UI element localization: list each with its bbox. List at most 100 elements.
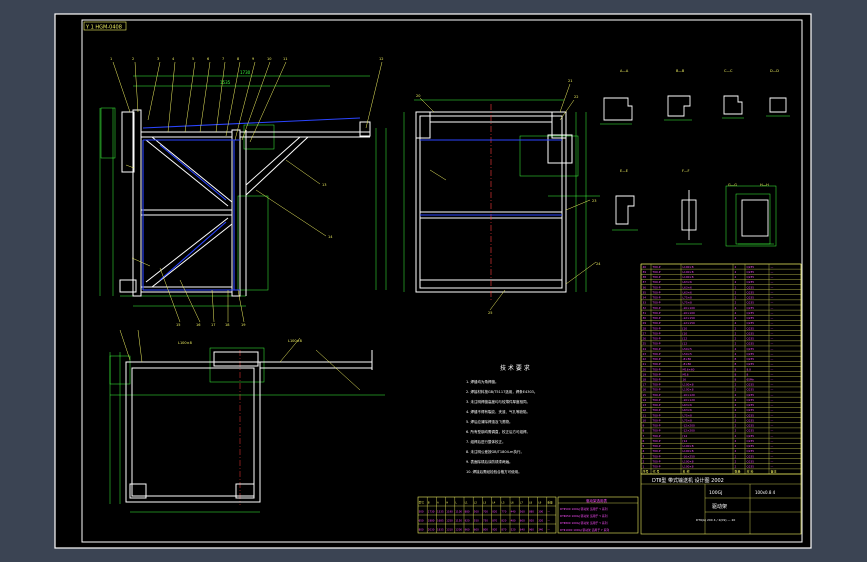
bom-cell: -12×200 — [683, 429, 695, 433]
bom-cell: Q235 — [747, 321, 755, 325]
svg-text:5: 5 — [192, 57, 194, 61]
bom-cell: T00-P — [652, 326, 661, 330]
bom-cell: Q235 — [747, 301, 755, 305]
bom-cell: L50×5 — [683, 347, 692, 351]
bom-cell: 2 — [735, 301, 737, 305]
size-cell: 550 — [474, 519, 479, 523]
bom-cell: Q235 — [747, 265, 755, 269]
bom-cell: 6 — [643, 439, 645, 443]
bom-cell: 65Mn — [747, 378, 755, 382]
bom-cell: Q235 — [747, 296, 755, 300]
bom-cell: Q235 — [747, 347, 755, 351]
bom-cell: — — [771, 285, 774, 289]
bom-cell: -16×250 — [683, 454, 695, 458]
bom-cell: — — [771, 444, 774, 448]
svg-text:20: 20 — [416, 94, 420, 98]
bom-cell: T00-P — [652, 388, 661, 392]
bom-cell: L100×8 — [683, 465, 694, 469]
bom-cell: T00-P — [652, 372, 661, 376]
size-cell: — — [547, 520, 550, 523]
bom-cell: 1 — [643, 465, 645, 469]
bom-cell: 2 — [735, 296, 737, 300]
bom-cell: L63×6 — [683, 408, 692, 412]
size-cell: 300 — [538, 510, 543, 514]
bom-cell: — — [771, 398, 774, 402]
bom-cell: Q235 — [747, 429, 755, 433]
size-cell: 1190 — [446, 510, 453, 514]
title-scale-row: 100x0.8 4 — [755, 490, 776, 495]
bom-cell: T00-P — [652, 290, 661, 294]
bom-cell: 2 — [643, 459, 645, 463]
bom-cell: T00-P — [652, 265, 661, 269]
size-cell: 520 — [511, 528, 516, 532]
bom-cell: Q235 — [747, 331, 755, 335]
section-label-b: B—B — [676, 69, 685, 73]
bom-cell: — — [771, 372, 774, 376]
size-cell: 2030 — [428, 528, 435, 532]
bom-cell: L75×8 — [683, 301, 692, 305]
size-cell: — — [547, 529, 550, 532]
bom-cell: Q235 — [747, 362, 755, 366]
note-line-9: 9. 表面除锈后涂防锈漆两遍。 — [466, 459, 512, 464]
bom-cell: 3 — [643, 454, 645, 458]
bom-cell: 2 — [735, 275, 737, 279]
bom-cell: — — [771, 429, 774, 433]
title-material-row: DTⅡ(A) 200 4 / 2(09) — 20 — [696, 518, 735, 522]
bom-cell: — — [771, 306, 774, 310]
note-line-4: 4. 焊缝不得有裂纹、夹渣、气孔等缺陷。 — [466, 409, 530, 414]
bom-cell: Q235 — [747, 388, 755, 392]
cad-drawing-canvas: Y 1 HGM-0408 1730 1535 1 2 3 4 5 6 7 8 9… — [54, 13, 812, 549]
bom-cell: Q235 — [747, 398, 755, 402]
size-cell: 870 — [492, 519, 497, 523]
size-header-cell: L7 — [520, 501, 523, 505]
size-cell: 340 — [538, 528, 543, 532]
bom-cell: 2 — [735, 337, 737, 341]
bom-cell: L63×6 — [683, 290, 692, 294]
bom-cell: — — [771, 296, 774, 300]
bom-cell: L63×6 — [683, 285, 692, 289]
bom-cell: L100×8 — [683, 275, 694, 279]
size-cell: 960 — [529, 528, 534, 532]
bom-cell: T00-P — [652, 362, 661, 366]
size-cell: 1730 — [428, 510, 435, 514]
svg-text:8: 8 — [237, 57, 239, 61]
bom-cell: 34 — [643, 296, 647, 300]
size-header-cell: L6 — [511, 501, 514, 505]
bom-cell: 2 — [735, 418, 737, 422]
bom-cell: 29 — [643, 321, 647, 325]
bom-cell: — — [771, 418, 774, 422]
bom-cell: Q235 — [747, 275, 755, 279]
svg-text:6: 6 — [207, 57, 209, 61]
bom-cell: 4 — [735, 352, 737, 356]
bom-cell: 2 — [735, 290, 737, 294]
bom-cell: 4 — [735, 347, 737, 351]
bom-cell: Q235 — [747, 316, 755, 320]
size-cell: 560 — [520, 510, 525, 514]
bom-cell: L75×8 — [683, 418, 692, 422]
bom-cell: — — [771, 393, 774, 397]
bom-cell: T00-P — [652, 280, 661, 284]
bom-cell: — — [771, 449, 774, 453]
bom-cell: M16×60 — [683, 367, 695, 371]
bom-cell: 4 — [735, 321, 737, 325]
bom-cell: L100×8 — [683, 449, 694, 453]
selection-line-4: DTⅡ1000 100GJ 驱动架 适用于 Y 系列 — [560, 528, 609, 532]
bom-cell: T00-P — [652, 393, 661, 397]
bom-cell: T00-P — [652, 398, 661, 402]
bom-cell: -10×100 — [683, 306, 695, 310]
bom-cell: 39 — [643, 270, 647, 274]
svg-text:10: 10 — [267, 57, 271, 61]
bom-cell: 2 — [735, 454, 737, 458]
bom-cell: 2 — [735, 270, 737, 274]
bom-cell: T00-P — [652, 449, 661, 453]
size-cell: 1685 — [437, 519, 444, 523]
size-cell: 770 — [501, 510, 506, 514]
bom-cell: Q235 — [747, 326, 755, 330]
selection-line-1: DTⅡ500 100GJ 驱动架 适用于 Y 系列 — [560, 507, 608, 511]
bom-cell: 2 — [735, 383, 737, 387]
bom-cell: Q235 — [747, 306, 755, 310]
bom-cell: — — [771, 301, 774, 305]
bom-cell: 2 — [735, 424, 737, 428]
size-header-cell: 型号 — [419, 501, 425, 505]
size-cell: 480 — [511, 519, 516, 523]
